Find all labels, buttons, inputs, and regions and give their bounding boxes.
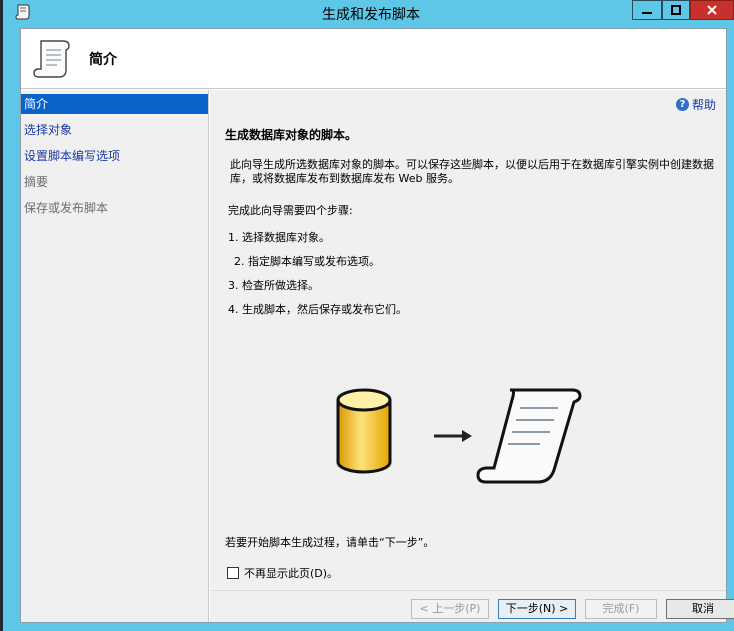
cancel-button[interactable]: 取消 — [666, 599, 734, 619]
script-document-icon — [476, 388, 582, 484]
arrow-right-icon — [434, 430, 472, 442]
dont-show-again-row[interactable]: 不再显示此页(D)。 — [227, 565, 338, 581]
intro-content: ? 帮助 生成数据库对象的脚本。 此向导生成所选数据库对象的脚本。可以保存这些脚… — [210, 90, 726, 590]
nav-item-intro[interactable]: 简介 — [21, 94, 208, 114]
intro-heading: 生成数据库对象的脚本。 — [225, 128, 358, 142]
database-icon — [336, 388, 392, 474]
step-item: 1. 选择数据库对象。 — [228, 231, 330, 244]
wizard-window: 生成和发布脚本 简介 简介 选择对象 设置脚本编写选项 摘要 保存或发布脚本 ?… — [0, 0, 734, 631]
window-edge — [0, 0, 8, 631]
finish-button[interactable]: 完成(F) — [585, 599, 657, 619]
nav-item-scripting-options[interactable]: 设置脚本编写选项 — [21, 146, 208, 166]
intro-description: 此向导生成所选数据库对象的脚本。可以保存这些脚本，以便以后用于在数据库引擎实例中… — [230, 158, 714, 185]
wizard-nav: 简介 选择对象 设置脚本编写选项 摘要 保存或发布脚本 — [21, 90, 209, 622]
script-scroll-icon — [33, 40, 70, 78]
close-icon — [707, 5, 717, 15]
page-title: 简介 — [89, 52, 117, 68]
page-header: 简介 — [21, 29, 726, 89]
step-item: 3. 检查所做选择。 — [228, 279, 319, 292]
step-item: 4. 生成脚本，然后保存或发布它们。 — [228, 303, 407, 316]
title-bar[interactable]: 生成和发布脚本 — [8, 0, 734, 26]
steps-intro: 完成此向导需要四个步骤: — [228, 204, 353, 217]
dont-show-again-label[interactable]: 不再显示此页(D)。 — [244, 565, 338, 581]
help-label: 帮助 — [691, 98, 716, 112]
dont-show-again-checkbox[interactable] — [227, 567, 239, 579]
wizard-footer: < 上一步(P) 下一步(N) > 完成(F) 取消 — [210, 590, 734, 622]
close-button[interactable] — [690, 0, 734, 20]
maximize-icon — [671, 5, 681, 15]
window-title: 生成和发布脚本 — [322, 7, 420, 23]
database-to-script-graphic — [336, 388, 582, 484]
maximize-button[interactable] — [662, 0, 690, 20]
minimize-button[interactable] — [632, 0, 662, 20]
step-item: 2. 指定脚本编写或发布选项。 — [234, 255, 380, 268]
nav-item-summary: 摘要 — [24, 175, 49, 189]
nav-item-choose-objects[interactable]: 选择对象 — [21, 120, 208, 140]
next-button[interactable]: 下一步(N) > — [498, 599, 576, 619]
start-instruction: 若要开始脚本生成过程，请单击“下一步”。 — [225, 536, 435, 549]
minimize-icon — [642, 12, 652, 14]
help-icon: ? — [675, 98, 689, 111]
wizard-client: 简介 简介 选择对象 设置脚本编写选项 摘要 保存或发布脚本 ? 帮助 生成数据… — [20, 28, 734, 623]
nav-item-save-or-publish: 保存或发布脚本 — [24, 201, 109, 215]
help-link[interactable]: ? 帮助 — [675, 96, 716, 113]
previous-button[interactable]: < 上一步(P) — [411, 599, 489, 619]
